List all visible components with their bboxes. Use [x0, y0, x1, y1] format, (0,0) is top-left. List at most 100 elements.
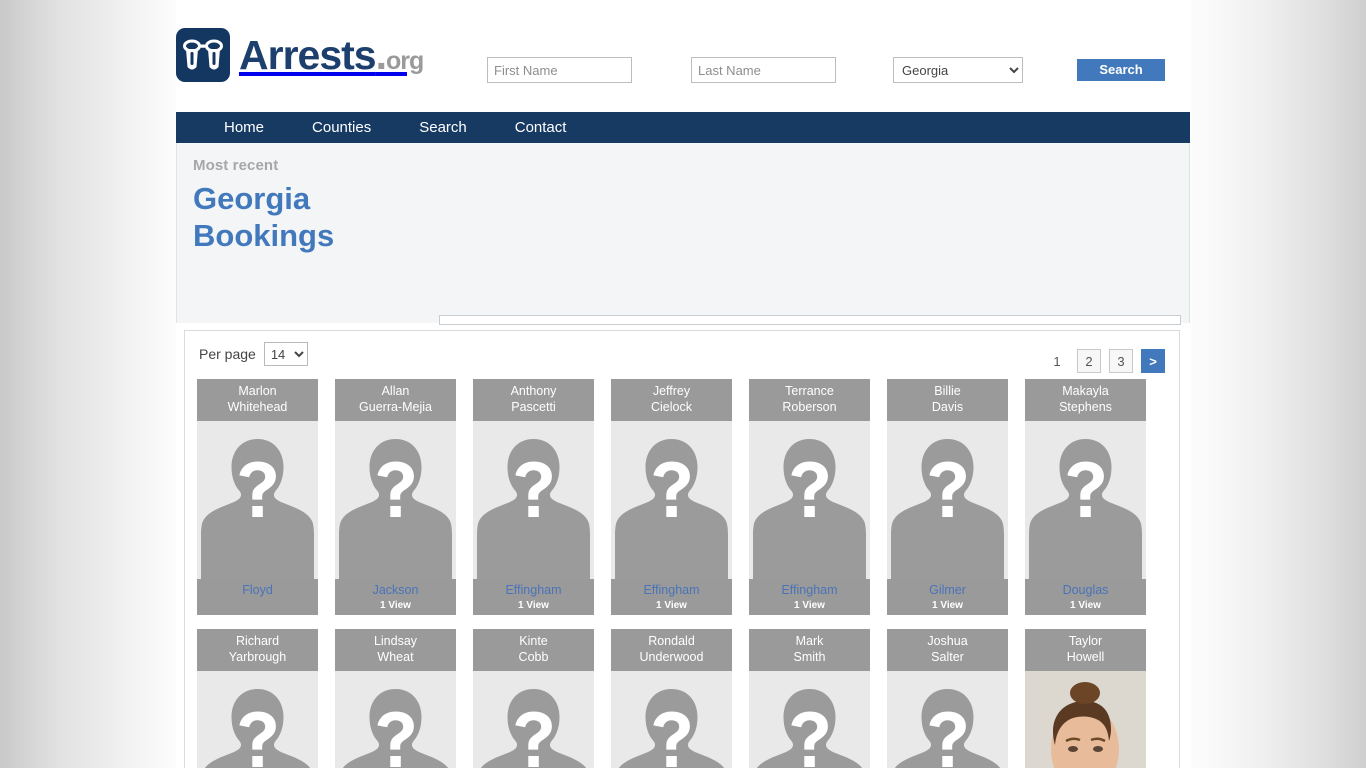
booking-card-footer: Effingham 1 View [611, 579, 732, 615]
pagination-page-2[interactable]: 2 [1077, 349, 1101, 373]
booking-card[interactable]: Anthony Pascetti Effingham 1 View [473, 379, 594, 615]
booking-card-footer: Douglas 1 View [1025, 579, 1146, 615]
placeholder-avatar-icon [1025, 421, 1146, 579]
booking-card[interactable]: Allan Guerra-Mejia Jackson 1 View [335, 379, 456, 615]
booking-view-count: 1 View [518, 600, 549, 612]
booking-first-name: Richard [235, 634, 280, 648]
booking-card[interactable]: Marlon Whitehead Floyd [197, 379, 318, 615]
page-root: Arrests.org Georgia Search Home Counties… [0, 0, 1366, 768]
booking-last-name: Yarbrough [228, 649, 287, 664]
booking-last-name: Whitehead [227, 399, 288, 414]
placeholder-avatar-icon [197, 421, 318, 579]
results-toolbar: Per page 14284256 1 2 3 > [185, 331, 1179, 379]
placeholder-avatar-icon [611, 421, 732, 579]
pagination-current-page: 1 [1053, 353, 1061, 369]
booking-first-name: Taylor [1068, 634, 1103, 648]
booking-card[interactable]: Rondald Underwood [611, 629, 732, 768]
booking-county-link[interactable]: Douglas [1027, 582, 1144, 598]
booking-card[interactable]: Richard Yarbrough [197, 629, 318, 768]
per-page-label: Per page [199, 346, 256, 362]
booking-first-name: Marlon [238, 384, 277, 398]
nav-item-contact[interactable]: Contact [491, 112, 591, 143]
booking-card-footer: Jackson 1 View [335, 579, 456, 615]
site-container: Arrests.org Georgia Search Home Counties… [176, 0, 1190, 768]
booking-card[interactable]: Billie Davis Gilmer 1 View [887, 379, 1008, 615]
first-name-input[interactable] [487, 57, 632, 83]
placeholder-avatar-icon [335, 421, 456, 579]
booking-card-name: Marlon Whitehead [197, 379, 318, 421]
booking-card-name: Allan Guerra-Mejia [335, 379, 456, 421]
pagination: 1 2 3 > [1045, 349, 1165, 373]
booking-last-name: Pascetti [511, 399, 556, 414]
booking-card[interactable]: Lindsay Wheat [335, 629, 456, 768]
placeholder-avatar-icon [473, 421, 594, 579]
booking-card[interactable]: Joshua Salter [887, 629, 1008, 768]
state-select[interactable]: Georgia [893, 57, 1023, 83]
booking-card[interactable]: Terrance Roberson Effingham 1 View [749, 379, 870, 615]
booking-first-name: Rondald [648, 634, 695, 648]
booking-card[interactable]: Kinte Cobb [473, 629, 594, 768]
placeholder-avatar-icon [473, 671, 594, 768]
per-page-control: Per page 14284256 [199, 342, 308, 366]
booking-card-name: Mark Smith [749, 629, 870, 671]
booking-card-name: Joshua Salter [887, 629, 1008, 671]
last-name-input[interactable] [691, 57, 836, 83]
booking-last-name: Davis [931, 399, 964, 414]
booking-card[interactable]: Taylor Howell [1025, 629, 1146, 768]
booking-card-name: Taylor Howell [1025, 629, 1146, 671]
booking-last-name: Underwood [639, 649, 704, 664]
page-heading: Georgia Bookings [193, 180, 334, 254]
booking-card-name: Jeffrey Cielock [611, 379, 732, 421]
booking-first-name: Terrance [785, 384, 834, 398]
placeholder-avatar-icon [335, 671, 456, 768]
booking-last-name: Stephens [1059, 399, 1112, 414]
booking-card-name: Rondald Underwood [611, 629, 732, 671]
placeholder-avatar-icon [749, 421, 870, 579]
booking-county-link[interactable]: Effingham [613, 582, 730, 598]
placeholder-avatar-icon [887, 671, 1008, 768]
booking-last-name: Cobb [518, 649, 549, 664]
page-heading-line2: Bookings [193, 218, 335, 254]
booking-card-name: Kinte Cobb [473, 629, 594, 671]
booking-last-name: Salter [931, 649, 964, 664]
nav-item-home[interactable]: Home [200, 112, 288, 143]
booking-county-link[interactable]: Effingham [751, 582, 868, 598]
booking-card-footer: Floyd [197, 579, 318, 615]
ad-placeholder-bar [439, 315, 1181, 325]
booking-county-link[interactable]: Effingham [475, 582, 592, 598]
booking-county-link[interactable]: Gilmer [889, 582, 1006, 598]
search-button[interactable]: Search [1077, 59, 1165, 81]
page-kicker: Most recent [193, 157, 279, 174]
header-search-form: Georgia Search [176, 0, 1190, 112]
booking-last-name: Guerra-Mejia [359, 399, 432, 414]
booking-view-count: 1 View [932, 600, 963, 612]
booking-card-footer: Gilmer 1 View [887, 579, 1008, 615]
booking-county-link[interactable]: Jackson [337, 582, 454, 598]
booking-view-count: 1 View [1070, 600, 1101, 612]
booking-first-name: Kinte [519, 634, 548, 648]
booking-view-count: 1 View [656, 600, 687, 612]
booking-view-count: 1 View [794, 600, 825, 612]
booking-card[interactable]: Jeffrey Cielock Effingham 1 View [611, 379, 732, 615]
nav-item-search[interactable]: Search [395, 112, 491, 143]
booking-card-name: Makayla Stephens [1025, 379, 1146, 421]
pagination-page-3[interactable]: 3 [1109, 349, 1133, 373]
placeholder-avatar-icon [749, 671, 870, 768]
booking-county-link[interactable]: Floyd [199, 582, 316, 598]
booking-last-name: Cielock [651, 399, 692, 414]
nav-item-counties[interactable]: Counties [288, 112, 395, 143]
booking-view-count: 1 View [380, 600, 411, 612]
booking-card-name: Terrance Roberson [749, 379, 870, 421]
booking-card-name: Anthony Pascetti [473, 379, 594, 421]
booking-card-name: Richard Yarbrough [197, 629, 318, 671]
per-page-select[interactable]: 14284256 [263, 342, 308, 366]
booking-last-name: Smith [793, 649, 826, 664]
booking-card-grid: Marlon Whitehead Floyd Allan Guerra-Mejia Jac… [185, 379, 1179, 768]
booking-card[interactable]: Mark Smith [749, 629, 870, 768]
booking-first-name: Joshua [927, 634, 968, 648]
mugshot-photo [1025, 671, 1146, 768]
page-heading-line1: Georgia [193, 181, 311, 216]
pagination-next-button[interactable]: > [1141, 349, 1165, 373]
site-header: Arrests.org Georgia Search [176, 0, 1190, 112]
booking-card[interactable]: Makayla Stephens Douglas 1 View [1025, 379, 1146, 615]
